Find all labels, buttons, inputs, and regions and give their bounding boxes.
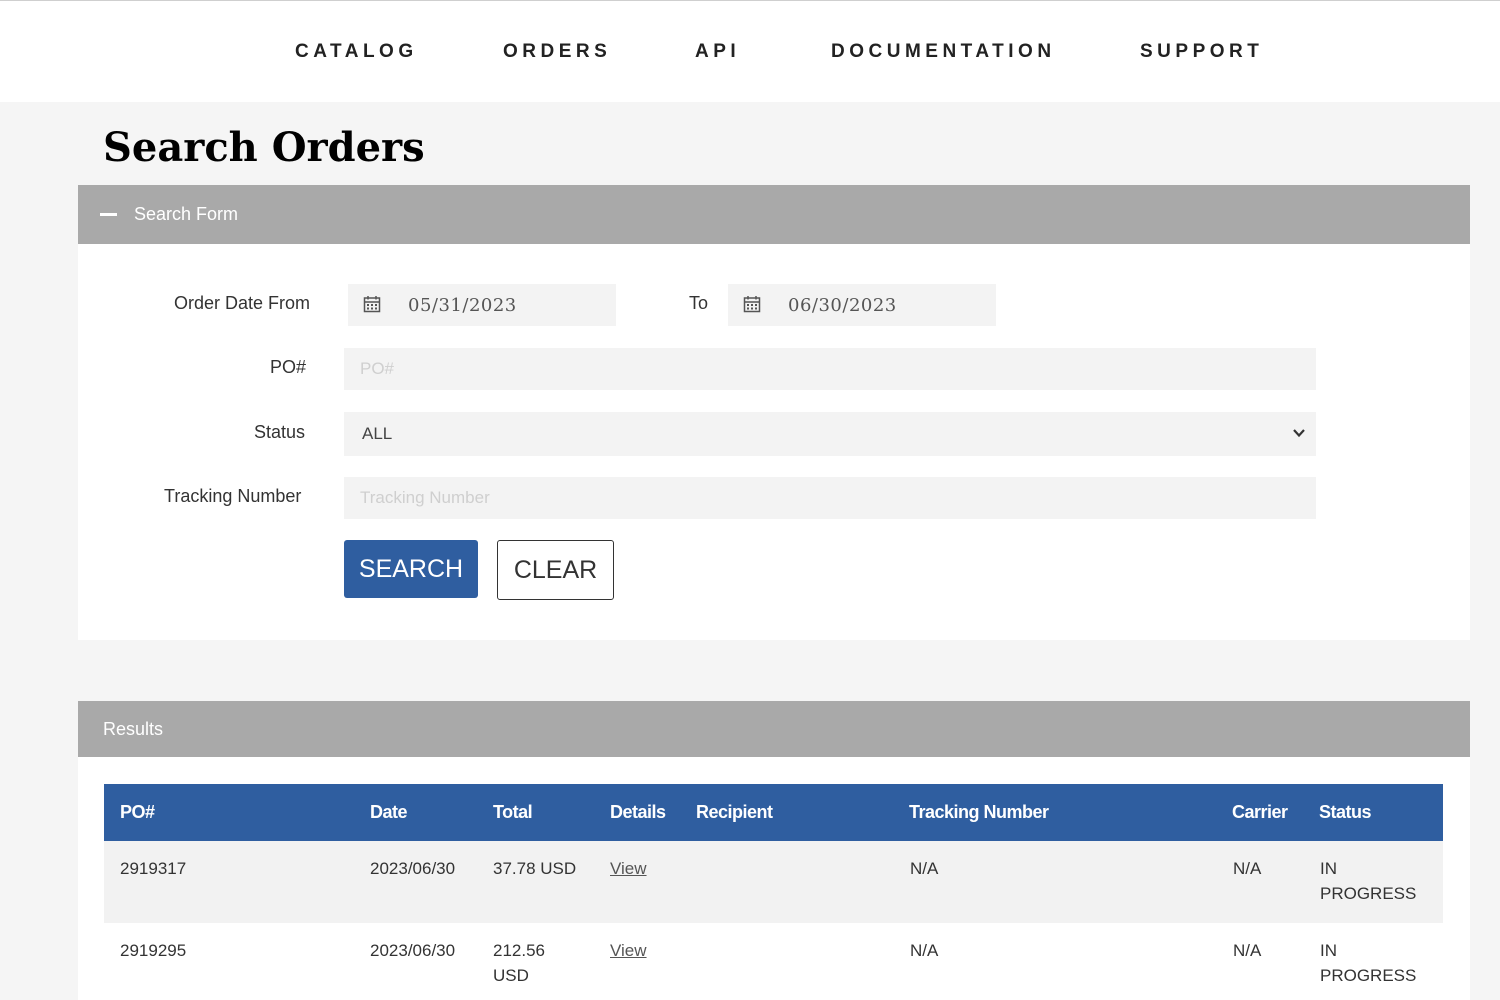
cell-tracking: N/A: [910, 941, 939, 960]
calendar-icon: [363, 296, 381, 313]
page-title: Search Orders: [103, 124, 425, 171]
collapse-minus-icon[interactable]: [100, 213, 117, 216]
cell-carrier: N/A: [1233, 859, 1262, 878]
table-row: 2919295 2023/06/30 212.56 USD View N/A N…: [104, 923, 1443, 1000]
calendar-icon: [743, 296, 761, 313]
cell-tracking: N/A: [910, 859, 939, 878]
nav-orders[interactable]: ORDERS: [503, 41, 611, 63]
col-status[interactable]: Status: [1319, 802, 1372, 823]
results-table-header: PO# Date Total Details Recipient Trackin…: [104, 784, 1443, 841]
col-carrier[interactable]: Carrier: [1232, 802, 1288, 823]
cell-status: IN PROGRESS: [1320, 941, 1417, 985]
cell-date: 2023/06/30: [370, 941, 456, 960]
status-label: Status: [254, 422, 306, 442]
col-po[interactable]: PO#: [120, 802, 155, 823]
nav-api[interactable]: API: [695, 41, 740, 63]
cell-po: 2919317: [120, 859, 187, 878]
top-nav: CATALOG ORDERS API DOCUMENTATION SUPPORT: [0, 0, 1500, 102]
nav-support[interactable]: SUPPORT: [1140, 41, 1263, 63]
cell-total: 212.56 USD: [493, 941, 545, 985]
chevron-down-icon: [1293, 429, 1305, 438]
search-form-title: Search Form: [134, 204, 239, 224]
cell-po: 2919295: [120, 941, 187, 960]
search-form-body: Order Date From 05/31/2023 To 06/30/2023…: [78, 244, 1470, 640]
date-to-field[interactable]: 06/30/2023: [728, 284, 996, 326]
po-input[interactable]: [344, 348, 1316, 390]
clear-button[interactable]: CLEAR: [497, 540, 614, 600]
results-title: Results: [103, 719, 164, 739]
view-link[interactable]: View: [610, 941, 647, 960]
col-total[interactable]: Total: [493, 802, 533, 823]
view-link[interactable]: View: [610, 859, 647, 878]
cell-date: 2023/06/30: [370, 859, 456, 878]
date-from-value: 05/31/2023: [408, 295, 517, 316]
cell-total: 37.78 USD: [493, 859, 577, 878]
date-to-value: 06/30/2023: [788, 295, 897, 316]
cell-status: IN PROGRESS: [1320, 859, 1417, 903]
tracking-number-input[interactable]: [344, 477, 1316, 519]
status-select[interactable]: ALL: [344, 412, 1316, 456]
results-header: Results: [78, 701, 1470, 757]
cell-details: View: [610, 856, 647, 881]
col-tracking-number[interactable]: Tracking Number: [909, 802, 1049, 823]
status-selected-value: ALL: [362, 424, 393, 443]
to-label: To: [689, 293, 709, 313]
cell-carrier: N/A: [1233, 941, 1262, 960]
order-date-from-label: Order Date From: [174, 293, 311, 313]
po-label: PO#: [270, 357, 307, 377]
col-recipient[interactable]: Recipient: [696, 802, 773, 823]
table-row: 2919317 2023/06/30 37.78 USD View N/A N/…: [104, 841, 1443, 923]
col-details[interactable]: Details: [610, 802, 666, 823]
tracking-number-label: Tracking Number: [164, 486, 302, 506]
nav-catalog[interactable]: CATALOG: [295, 41, 418, 63]
date-from-field[interactable]: 05/31/2023: [348, 284, 616, 326]
cell-details: View: [610, 938, 647, 963]
search-button[interactable]: SEARCH: [344, 540, 478, 598]
search-form-header[interactable]: Search Form: [78, 185, 1470, 244]
nav-documentation[interactable]: DOCUMENTATION: [831, 41, 1056, 63]
col-date[interactable]: Date: [370, 802, 408, 823]
